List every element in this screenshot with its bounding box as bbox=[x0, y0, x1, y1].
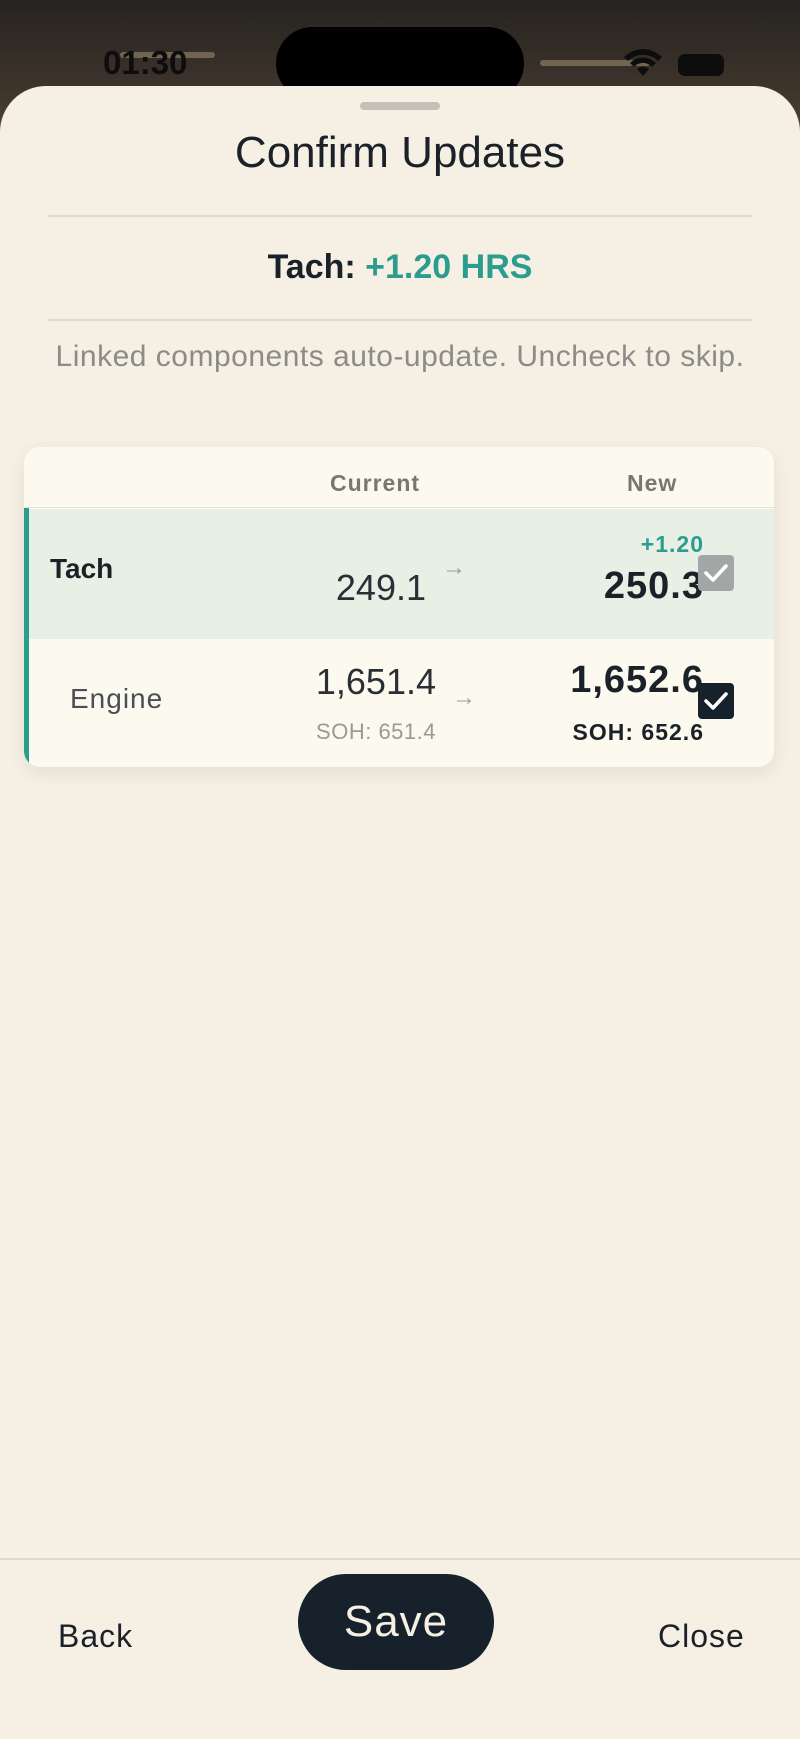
column-header-new: New bbox=[627, 470, 678, 496]
wifi-icon bbox=[624, 49, 662, 76]
current-value: 1,651.4 bbox=[315, 661, 436, 702]
table-header: Current New bbox=[24, 447, 774, 508]
column-header-current: Current bbox=[330, 470, 421, 496]
divider bbox=[48, 319, 752, 321]
battery-icon bbox=[678, 54, 724, 76]
new-delta: +1.20 bbox=[640, 531, 704, 557]
component-name: Engine bbox=[70, 683, 164, 714]
row-accent-bar bbox=[24, 508, 29, 767]
tach-summary: Tach: +1.20 HRS bbox=[0, 248, 800, 287]
arrow-right-icon: → bbox=[442, 554, 466, 581]
current-value: 249.1 bbox=[335, 567, 426, 608]
checkmark-icon bbox=[704, 564, 728, 582]
footer-divider bbox=[0, 1558, 800, 1560]
table-row-engine: Engine 1,651.4 SOH: 651.4 → 1,652.6 SOH:… bbox=[24, 639, 774, 767]
sheet-grabber[interactable] bbox=[360, 102, 440, 110]
save-button[interactable]: Save bbox=[298, 1574, 494, 1670]
component-name: Tach bbox=[50, 553, 114, 584]
tach-checkbox[interactable] bbox=[698, 555, 734, 591]
new-value: 250.3 bbox=[603, 565, 704, 607]
sheet-title: Confirm Updates bbox=[234, 128, 566, 177]
engine-checkbox[interactable] bbox=[698, 683, 734, 719]
current-soh: SOH: 651.4 bbox=[316, 719, 436, 744]
components-table: Current New Tach 249.1 → +1.20 250.3 Eng… bbox=[24, 447, 774, 767]
tach-summary-delta: +1.20 HRS bbox=[365, 248, 533, 286]
confirm-updates-sheet: Confirm Updates Tach: +1.20 HRS Linked c… bbox=[0, 86, 800, 1739]
tach-summary-label: Tach: bbox=[267, 248, 356, 286]
status-bar: 01:30 bbox=[0, 0, 800, 100]
hint-text: Linked components auto-update. Uncheck t… bbox=[55, 340, 745, 373]
table-row-tach: Tach 249.1 → +1.20 250.3 bbox=[24, 509, 774, 639]
back-button[interactable]: Back bbox=[58, 1618, 133, 1655]
close-button[interactable]: Close bbox=[658, 1618, 745, 1655]
checkmark-icon bbox=[704, 692, 728, 710]
footer-bar: Back Save Close bbox=[0, 1558, 800, 1739]
new-value: 1,652.6 bbox=[570, 659, 704, 701]
new-soh: SOH: 652.6 bbox=[572, 719, 704, 745]
divider bbox=[48, 215, 752, 217]
status-time: 01:30 bbox=[103, 44, 188, 81]
